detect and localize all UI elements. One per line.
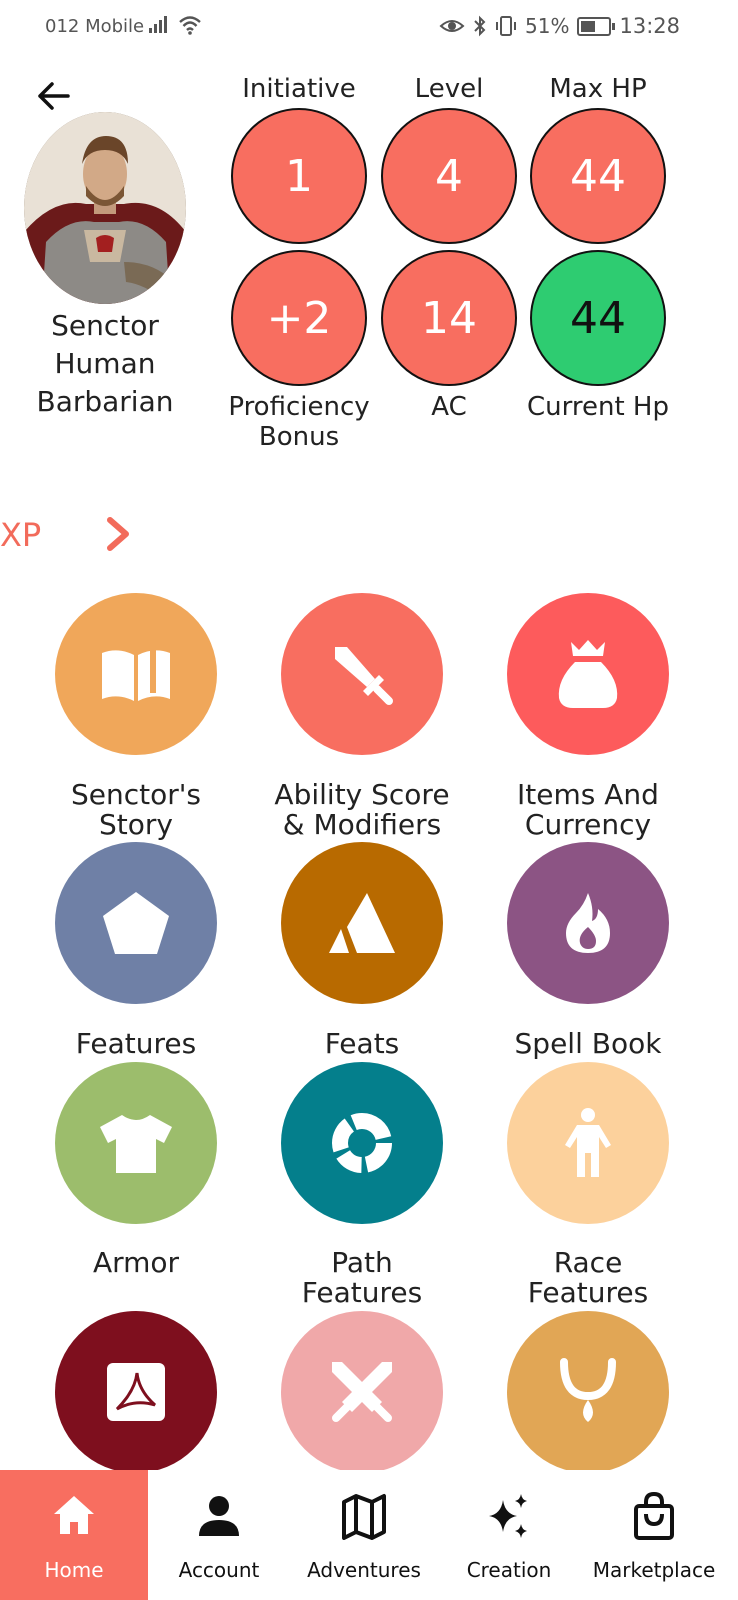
items-label-line1: Items And	[517, 778, 659, 811]
character-race: Human	[54, 347, 156, 380]
spell-book-label[interactable]: Spell Book	[475, 1029, 701, 1059]
path-label-line1: Path	[331, 1246, 393, 1279]
items-label-line2: Currency	[524, 808, 652, 841]
character-info: Senctor Human Barbarian	[20, 307, 190, 421]
max-hp-value[interactable]: 44	[530, 108, 666, 244]
level-value[interactable]: 4	[381, 108, 517, 244]
path-label-line2: Features	[301, 1276, 423, 1309]
ability-label-line1: Ability Score	[274, 778, 450, 811]
mountain-icon	[329, 893, 395, 953]
story-label[interactable]: Senctor's Story	[23, 780, 249, 840]
proficiency-bonus-value[interactable]: +2	[231, 250, 367, 386]
battery-percent: 51%	[525, 14, 570, 38]
proficiency-label-line2: Bonus	[258, 422, 340, 452]
account-icon	[199, 1496, 239, 1536]
race-label-line2: Features	[527, 1276, 649, 1309]
amulet-icon	[560, 1358, 616, 1422]
nav-account[interactable]: Account	[145, 1470, 293, 1600]
sparkles-icon	[489, 1494, 527, 1538]
crossed-swords-icon	[332, 1362, 392, 1422]
back-arrow-icon[interactable]	[34, 76, 74, 116]
vibrate-icon	[496, 16, 517, 36]
shopping-bag-icon	[634, 1492, 674, 1540]
current-hp-value[interactable]: 44	[530, 250, 666, 386]
nav-home-label: Home	[44, 1558, 104, 1582]
clock: 13:28	[619, 14, 680, 38]
signal-icon	[149, 16, 167, 33]
proficiency-label-line1: Proficiency	[228, 392, 370, 422]
story-label-line2: Story	[99, 808, 173, 841]
nav-marketplace-label: Marketplace	[592, 1558, 716, 1582]
amulet-tile[interactable]	[507, 1311, 669, 1473]
xp-label[interactable]: XP	[0, 516, 41, 554]
status-bar: 012 Mobile 51% 13:28	[0, 0, 738, 54]
features-label[interactable]: Features	[23, 1029, 249, 1059]
level-label: Level	[414, 74, 484, 104]
ac-label: AC	[431, 392, 467, 422]
combat-tile[interactable]	[281, 1311, 443, 1473]
bottom-navigation: Home Account Adventures Creation Marketp…	[0, 1470, 738, 1600]
character-avatar[interactable]	[24, 112, 186, 304]
bluetooth-icon	[474, 15, 486, 37]
features-tile[interactable]	[55, 842, 217, 1004]
person-icon	[565, 1108, 611, 1177]
chevron-right-icon[interactable]	[104, 514, 132, 554]
character-name: Senctor	[51, 309, 159, 342]
eye-icon	[439, 20, 465, 32]
path-features-tile[interactable]	[281, 1062, 443, 1224]
feats-tile[interactable]	[281, 842, 443, 1004]
race-features-label[interactable]: Race Features	[475, 1248, 701, 1308]
nav-creation[interactable]: Creation	[435, 1470, 583, 1600]
nav-adventures[interactable]: Adventures	[290, 1470, 438, 1600]
shirt-icon	[100, 1115, 172, 1173]
nav-creation-label: Creation	[466, 1558, 552, 1582]
sword-icon	[335, 647, 393, 705]
story-tile[interactable]	[55, 593, 217, 755]
wifi-icon	[179, 16, 201, 35]
items-currency-tile[interactable]	[507, 593, 669, 755]
path-features-label[interactable]: Path Features	[249, 1248, 475, 1308]
pdf-tile[interactable]	[55, 1311, 217, 1473]
carrier-name: 012 Mobile	[45, 16, 145, 37]
nav-home[interactable]: Home	[0, 1470, 148, 1600]
armor-class-value[interactable]: 14	[381, 250, 517, 386]
nav-account-label: Account	[178, 1558, 260, 1582]
race-features-tile[interactable]	[507, 1062, 669, 1224]
feats-label[interactable]: Feats	[249, 1029, 475, 1059]
flame-icon	[566, 893, 610, 953]
ability-score-label[interactable]: Ability Score & Modifiers	[249, 780, 475, 840]
initiative-label: Initiative	[242, 74, 356, 104]
home-icon	[54, 1496, 94, 1534]
nav-adventures-label: Adventures	[307, 1558, 421, 1582]
battery-icon	[577, 16, 616, 36]
map-icon	[342, 1494, 386, 1540]
armor-tile[interactable]	[55, 1062, 217, 1224]
ability-label-line2: & Modifiers	[282, 808, 442, 841]
ability-score-tile[interactable]	[281, 593, 443, 755]
initiative-value[interactable]: 1	[231, 108, 367, 244]
pentagon-icon	[103, 892, 169, 954]
character-class: Barbarian	[36, 385, 174, 418]
knight-portrait-image	[24, 112, 186, 304]
spell-book-tile[interactable]	[507, 842, 669, 1004]
money-bag-icon	[558, 640, 618, 708]
nav-marketplace[interactable]: Marketplace	[580, 1470, 728, 1600]
story-label-line1: Senctor's	[70, 778, 202, 811]
pdf-icon	[107, 1363, 165, 1421]
donut-chart-icon	[332, 1113, 392, 1173]
armor-label[interactable]: Armor	[23, 1248, 249, 1278]
race-label-line1: Race	[553, 1246, 623, 1279]
items-currency-label[interactable]: Items And Currency	[475, 780, 701, 840]
book-icon	[102, 649, 170, 701]
proficiency-bonus-label: Proficiency Bonus	[219, 392, 379, 452]
max-hp-label: Max HP	[549, 74, 647, 104]
current-hp-label: Current Hp	[527, 392, 669, 422]
